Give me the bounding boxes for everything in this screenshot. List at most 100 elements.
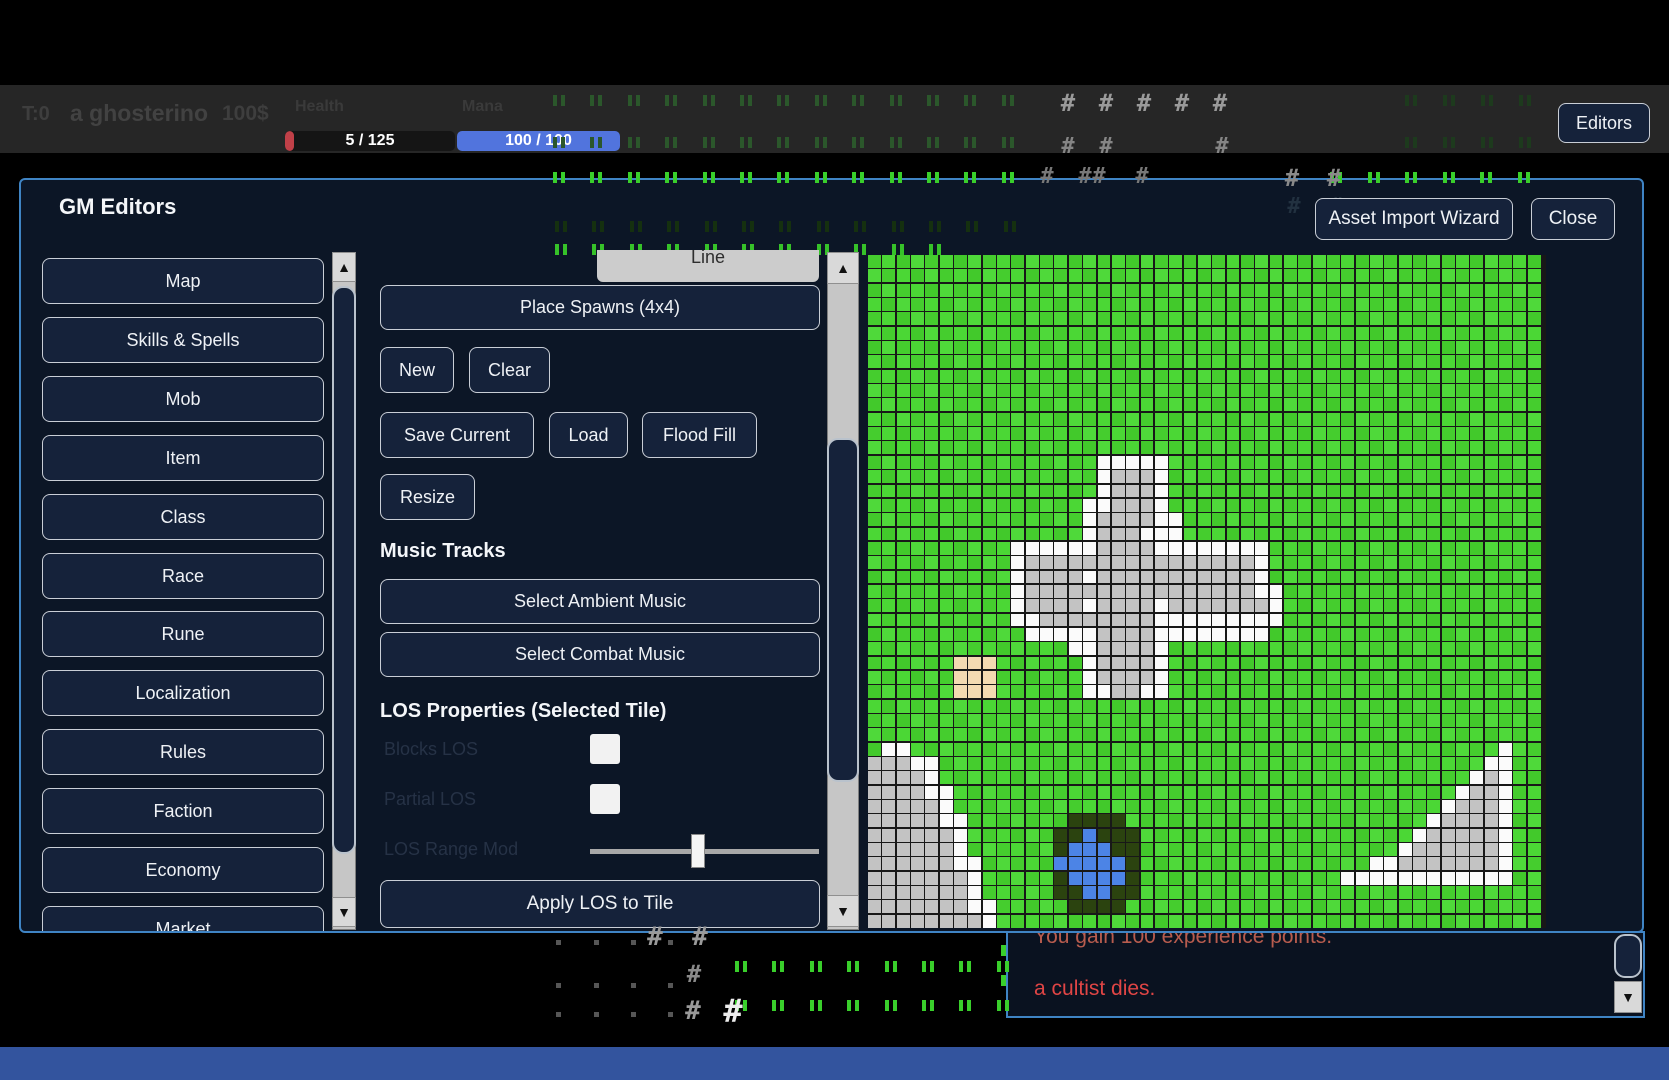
apply-los-to-tile-button[interactable]: Apply LOS to Tile [380,880,820,928]
sidebar-item-map[interactable]: Map [42,258,324,304]
floor-dot-glyph [668,1012,673,1017]
grass-mark-glyph [1004,221,1016,232]
place-spawns-button[interactable]: Place Spawns (4x4) [380,285,820,330]
log-line: a cultist dies. [1034,977,1155,1001]
editors-button[interactable]: Editors [1558,103,1650,143]
sidebar-scrollbar[interactable]: ▲ ▼ [332,252,356,930]
mana-label: Mana [462,98,503,116]
select-ambient-music-button[interactable]: Select Ambient Music [380,579,820,624]
floor-dot-glyph [594,983,599,988]
grass-mark-glyph [854,221,866,232]
grass-mark-glyph [705,221,717,232]
partial-los-label: Partial LOS [384,789,476,810]
sidebar-item-economy[interactable]: Economy [42,847,324,893]
grass-mark-glyph [892,244,904,255]
grass-mark-glyph [772,1000,784,1011]
health-label: Health [295,98,344,116]
game-screen: T:0 a ghosterino 100$ Health 5 / 125 Man… [0,0,1669,1080]
wall-hash-glyph: # [723,995,742,1027]
grass-mark-glyph [966,221,978,232]
health-value: 5 / 125 [346,132,395,150]
sidebar-item-race[interactable]: Race [42,553,324,599]
grass-mark-glyph [592,221,604,232]
sidebar-item-rune[interactable]: Rune [42,611,324,657]
tools-scrollbar-thumb[interactable] [827,438,859,782]
sidebar-scroll-down-icon[interactable]: ▼ [332,897,356,927]
health-bar: 5 / 125 [285,131,455,151]
map-tile-grid[interactable] [868,255,1546,931]
asset-import-wizard-button[interactable]: Asset Import Wizard [1315,198,1513,240]
grass-mark-glyph [810,1000,822,1011]
floor-dot-glyph [631,983,636,988]
grass-mark-glyph [959,961,971,972]
grass-mark-glyph [847,1000,859,1011]
save-current-button[interactable]: Save Current [380,412,534,458]
floor-dot-glyph [668,983,673,988]
grass-mark-glyph [922,1000,934,1011]
log-scrollbar-thumb[interactable] [1614,934,1642,978]
blocks-los-checkbox[interactable] [590,734,620,764]
log-line: You gain 100 experience points. [1034,931,1332,949]
grass-mark-glyph [735,961,747,972]
grass-mark-glyph [959,1000,971,1011]
music-tracks-heading: Music Tracks [380,540,506,563]
los-range-mod-label: LOS Range Mod [384,839,518,860]
sidebar-scrollbar-thumb[interactable] [332,286,356,854]
bottom-window-bar [0,1047,1669,1080]
tools-scroll-up-icon[interactable]: ▲ [827,252,859,284]
wall-hash-glyph: # [687,962,701,986]
sidebar-item-item[interactable]: Item [42,435,324,481]
tools-scrollbar[interactable]: ▲ ▼ [824,252,862,930]
line-tool-button[interactable]: Line [597,250,819,282]
floor-dot-glyph [594,940,599,945]
grass-mark-glyph [929,221,941,232]
resize-button[interactable]: Resize [380,474,475,520]
gm-editors-modal: ## GM Editors Asset Import Wizard Close … [19,178,1644,933]
grass-mark-glyph [735,1000,747,1011]
money-amount: 100$ [222,102,269,126]
modal-title: GM Editors [59,194,176,220]
grass-mark-glyph [555,221,567,232]
grass-mark-glyph [779,221,791,232]
grass-mark-glyph [810,961,822,972]
grass-mark-glyph [885,1000,897,1011]
sidebar-item-mob[interactable]: Mob [42,376,324,422]
sidebar-item-faction[interactable]: Faction [42,788,324,834]
sidebar-item-rules[interactable]: Rules [42,729,324,775]
blocks-los-label: Blocks LOS [384,739,478,760]
floor-dot-glyph [556,1012,561,1017]
log-scroll-down-icon[interactable]: ▼ [1614,981,1642,1013]
floor-dot-glyph [594,1012,599,1017]
floor-dot-glyph [556,983,561,988]
load-button[interactable]: Load [549,412,628,458]
partial-los-checkbox[interactable] [590,784,620,814]
flood-fill-button[interactable]: Flood Fill [642,412,757,458]
select-combat-music-button[interactable]: Select Combat Music [380,632,820,677]
sidebar-item-skills-spells[interactable]: Skills & Spells [42,317,324,363]
sidebar-item-localization[interactable]: Localization [42,670,324,716]
los-range-slider-handle[interactable] [691,834,705,868]
sidebar-item-class[interactable]: Class [42,494,324,540]
grass-mark-glyph [885,961,897,972]
new-button[interactable]: New [380,347,454,393]
player-name: a ghosterino [70,100,208,127]
mana-value: 100 / 100 [505,132,572,150]
editor-category-list: Map Skills & Spells Mob Item Class Race Rune Lo… [32,250,334,933]
grass-mark-glyph [892,221,904,232]
grass-mark-glyph [922,961,934,972]
close-button[interactable]: Close [1531,198,1615,240]
grass-mark-glyph [929,244,941,255]
sidebar-item-market[interactable]: Market [42,906,324,933]
tools-scroll-down-icon[interactable]: ▼ [827,895,859,927]
sidebar-scroll-up-icon[interactable]: ▲ [332,252,356,282]
grass-mark-glyph [817,221,829,232]
clear-button[interactable]: Clear [469,347,550,393]
turn-counter: T:0 [22,103,50,126]
wall-hash-glyph: # [685,998,701,1024]
grass-mark-glyph [847,961,859,972]
map-tiles[interactable] [868,255,1546,928]
grass-mark-glyph [667,221,679,232]
health-bar-fill [285,131,294,151]
wall-hash-glyph: # [1287,196,1300,218]
grass-mark-glyph [630,221,642,232]
